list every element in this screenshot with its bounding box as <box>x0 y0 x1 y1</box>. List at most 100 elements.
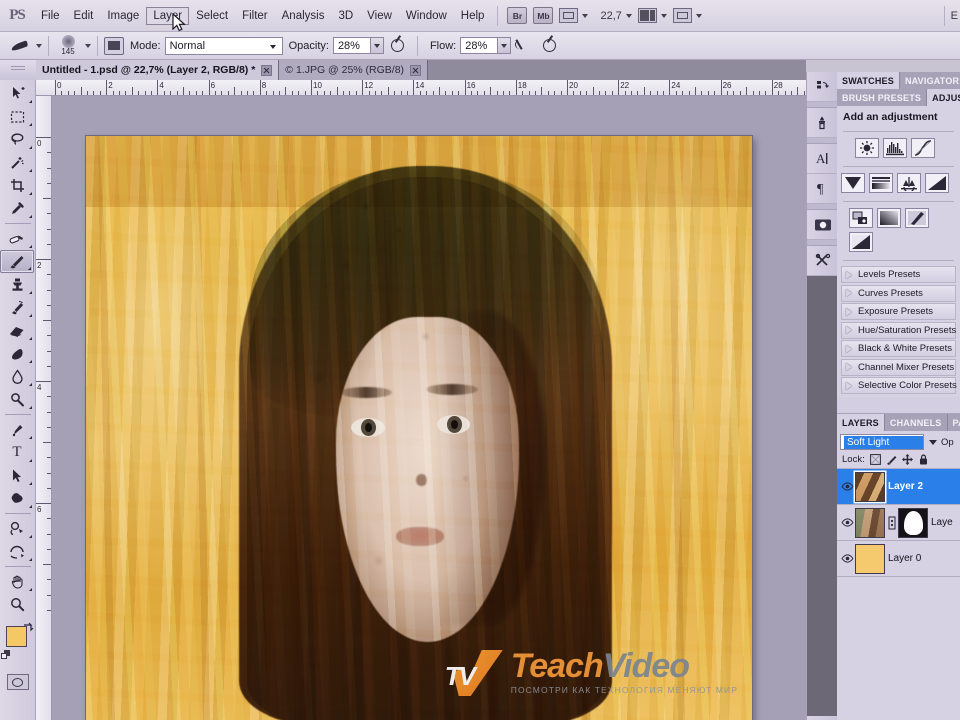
default-colors-icon[interactable] <box>1 650 10 659</box>
horizontal-ruler[interactable]: 0 2 4 6 8 10 12 14 16 18 20 22 24 26 28 <box>36 80 806 96</box>
close-icon[interactable] <box>410 64 422 76</box>
lock-image-pixels-icon[interactable] <box>886 454 897 465</box>
paragraph-panel-icon[interactable]: ¶ <box>807 174 838 204</box>
flow-stepper[interactable] <box>498 37 512 54</box>
chevron-down-icon[interactable] <box>36 43 42 48</box>
menu-help[interactable]: Help <box>454 7 492 25</box>
layer-visibility-toggle[interactable] <box>839 482 855 491</box>
layer-visibility-toggle[interactable] <box>839 554 855 563</box>
panel-tab-adjust[interactable]: ADJUST <box>927 89 960 106</box>
preset-row[interactable]: Levels Presets <box>841 266 956 283</box>
layer-row[interactable]: Laye <box>837 505 960 541</box>
rotate-3d-camera-tool[interactable] <box>0 540 34 563</box>
brush-tool[interactable] <box>0 250 34 273</box>
toggle-brush-panel-icon[interactable] <box>104 36 124 55</box>
exposure-icon[interactable] <box>841 173 865 193</box>
brush-preset-picker[interactable] <box>6 36 32 56</box>
panel-tab-swatches[interactable]: SWATCHES <box>837 72 900 89</box>
flow-input[interactable]: 28% <box>460 37 499 54</box>
layer-row[interactable]: Layer 0 <box>837 541 960 577</box>
path-selection-tool[interactable] <box>0 464 34 487</box>
layer-row[interactable]: Layer 2 <box>837 469 960 505</box>
panel-tab-brush-presets[interactable]: BRUSH PRESETS <box>837 89 928 106</box>
menu-view[interactable]: View <box>360 7 399 25</box>
channel-mixer-icon[interactable] <box>905 208 929 228</box>
layer-blend-mode-select[interactable]: Soft Light <box>840 434 924 450</box>
menu-window[interactable]: Window <box>399 7 454 25</box>
menu-layer[interactable]: Layer <box>146 6 190 25</box>
airbrush-toggle[interactable] <box>388 36 407 55</box>
vertical-ruler[interactable]: 0 2 4 6 <box>36 96 52 720</box>
brightness-contrast-icon[interactable] <box>855 138 879 158</box>
brush-size-control[interactable]: 145 <box>55 35 81 56</box>
chevron-right-icon[interactable] <box>846 363 852 371</box>
image-canvas[interactable]: TV TeachVideo ПОСМОТРИ КАК ТЕХНОЛОГИЯ МЕ… <box>86 136 752 720</box>
horizontal-type-tool[interactable]: T <box>0 441 34 464</box>
lock-transparent-pixels-icon[interactable] <box>869 454 881 465</box>
pen-tool[interactable] <box>0 418 34 441</box>
menu-file[interactable]: File <box>34 7 67 25</box>
vibrance-icon[interactable] <box>869 173 893 193</box>
menu-edit[interactable]: Edit <box>67 7 101 25</box>
chevron-right-icon[interactable] <box>846 270 852 279</box>
brush-panel-icon[interactable] <box>807 108 838 138</box>
chevron-right-icon[interactable] <box>846 289 852 297</box>
chevron-right-icon[interactable] <box>846 307 852 316</box>
color-swatches[interactable] <box>0 622 36 668</box>
eraser-tool[interactable] <box>0 319 34 342</box>
preset-row[interactable]: Hue/Saturation Presets <box>841 321 956 339</box>
preset-row[interactable]: Exposure Presets <box>841 303 956 320</box>
opacity-stepper[interactable] <box>370 37 384 54</box>
panel-tab-navigator[interactable]: NAVIGATOR <box>900 72 960 89</box>
rectangular-marquee-tool[interactable] <box>0 105 34 128</box>
arrange-documents-button[interactable] <box>637 8 667 23</box>
menu-filter[interactable]: Filter <box>235 7 275 25</box>
close-icon[interactable] <box>261 64 273 76</box>
levels-icon[interactable] <box>883 138 907 158</box>
hand-tool[interactable] <box>0 570 34 593</box>
blur-tool[interactable] <box>0 365 34 388</box>
chevron-down-icon[interactable] <box>929 439 937 445</box>
curves-icon[interactable] <box>911 138 935 158</box>
panel-tab-channels[interactable]: CHANNELS <box>885 414 948 431</box>
dodge-tool[interactable] <box>0 388 34 411</box>
menu-select[interactable]: Select <box>189 7 235 25</box>
panel-tab-layers[interactable]: LAYERS <box>837 414 885 431</box>
black-white-icon[interactable] <box>849 208 873 228</box>
preset-row[interactable]: Selective Color Presets <box>841 377 957 394</box>
magic-wand-tool[interactable] <box>0 151 34 174</box>
layer-mask-link-icon[interactable] <box>888 514 896 532</box>
eyedropper-tool[interactable] <box>0 197 34 220</box>
layer-thumbnail[interactable] <box>855 471 885 502</box>
gradient-tool[interactable] <box>0 342 34 365</box>
character-panel-icon[interactable]: A <box>807 144 838 174</box>
blend-mode-select[interactable]: Normal <box>164 36 283 55</box>
rotate-3d-object-tool[interactable] <box>0 517 34 540</box>
opacity-input[interactable]: 28% <box>332 37 371 54</box>
tablet-pressure-size-icon[interactable] <box>540 36 559 55</box>
invert-icon[interactable] <box>849 232 873 252</box>
menu-3d[interactable]: 3D <box>331 7 360 25</box>
tool-presets-panel-icon[interactable] <box>807 246 838 276</box>
chevron-down-icon[interactable] <box>85 43 91 48</box>
view-extras-button[interactable] <box>559 8 589 23</box>
chevron-right-icon[interactable] <box>846 326 852 334</box>
layer-visibility-toggle[interactable] <box>839 518 855 527</box>
document-tab[interactable]: Untitled - 1.psd @ 22,7% (Layer 2, RGB/8… <box>36 60 280 80</box>
masks-panel-icon[interactable] <box>807 210 838 240</box>
menu-image[interactable]: Image <box>100 7 146 25</box>
chevron-right-icon[interactable] <box>846 344 852 353</box>
tools-panel-grip[interactable] <box>0 60 36 80</box>
custom-shape-tool[interactable] <box>0 487 34 510</box>
photo-filter-icon[interactable] <box>877 208 901 228</box>
chevron-right-icon[interactable] <box>846 381 852 390</box>
clone-stamp-tool[interactable] <box>0 273 34 296</box>
layer-thumbnail[interactable] <box>855 543 885 574</box>
history-brush-tool[interactable] <box>0 296 34 319</box>
opacity-control[interactable]: 28% <box>332 37 384 54</box>
workspace-label[interactable]: E <box>951 10 960 22</box>
canvas-pane[interactable]: TV TeachVideo ПОСМОТРИ КАК ТЕХНОЛОГИЯ МЕ… <box>53 97 806 720</box>
preset-row[interactable]: Curves Presets <box>841 284 956 302</box>
quick-mask-button[interactable] <box>6 674 29 690</box>
layer-mask-thumbnail[interactable] <box>898 507 928 538</box>
